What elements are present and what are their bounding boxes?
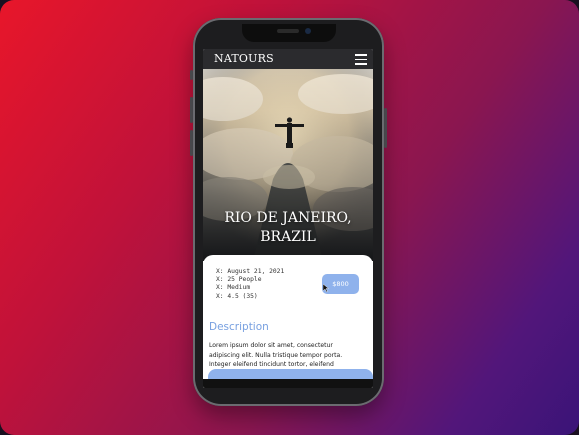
description-heading: Description [209,321,269,333]
front-camera-icon [305,28,311,34]
detail-group-size: X: 25 People [216,276,262,284]
detail-rating: X: 4.5 (35) [216,292,258,300]
tour-title-line1: RIO DE JANEIRO, [224,210,352,226]
mouse-pointer-icon [323,284,329,292]
hero-image: RIO DE JANEIRO, BRAZIL [203,69,373,261]
top-navbar: NATOURS [203,49,373,69]
power-button [384,108,387,148]
description-line: Lorem ipsum dolor sit amet, consectetur [209,342,333,349]
brand-logo[interactable]: NATOURS [214,52,274,65]
detail-date: X: August 21, 2021 [216,268,285,275]
hamburger-menu-icon[interactable] [355,54,367,65]
speaker-grille [277,29,299,33]
detail-difficulty: X: Medium [216,284,251,292]
tour-details-list: X: August 21, 2021 X: 25 People X: Mediu… [216,268,284,301]
home-indicator-area [203,379,373,388]
phone-notch [242,24,336,42]
description-text: Lorem ipsum dolor sit amet, consectetur … [209,341,371,370]
tour-title: RIO DE JANEIRO, BRAZIL [203,209,373,247]
description-line: adipiscing elit. Nulla tristique tempor … [209,351,343,359]
tour-title-line2: BRAZIL [260,229,316,245]
phone-screen: NATOURS RIO DE JANEIRO, BRAZIL X: August… [203,49,373,388]
